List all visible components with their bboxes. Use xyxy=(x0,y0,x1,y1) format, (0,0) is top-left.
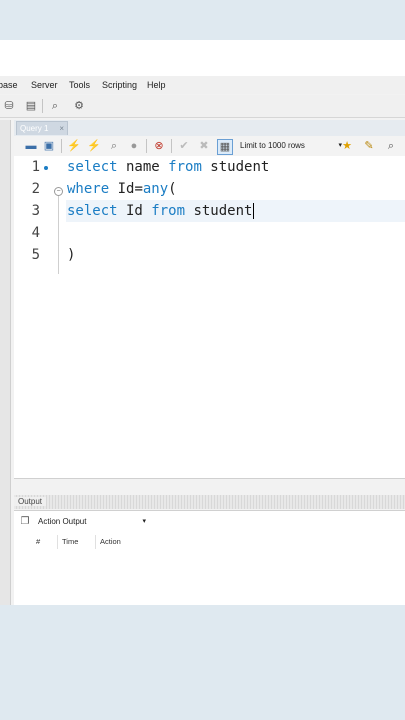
find-icon[interactable]: ⌕ xyxy=(384,139,398,153)
code-text: Id xyxy=(117,203,152,219)
menu-help[interactable]: Help xyxy=(147,80,166,90)
inspector-icon[interactable]: ⌕ xyxy=(48,99,62,113)
code-text: name xyxy=(117,159,169,175)
keyword: select xyxy=(67,159,118,175)
toolbar-separator xyxy=(146,139,147,153)
text-caret xyxy=(253,203,255,219)
code-line-2: where Id=any( xyxy=(67,178,177,200)
open-folder-icon[interactable]: ▬ xyxy=(24,139,38,153)
execute-lightning-icon[interactable]: ⚡ xyxy=(67,139,81,153)
output-type-select[interactable]: Action Output ▾ xyxy=(36,515,150,529)
rollback-icon[interactable]: ✖ xyxy=(197,139,211,153)
code-line-5: ) xyxy=(67,247,76,263)
keyword: from xyxy=(168,159,202,175)
explain-icon[interactable]: ⌕ xyxy=(107,139,121,153)
menu-tools[interactable]: Tools xyxy=(69,80,90,90)
menu-scripting[interactable]: Scripting xyxy=(102,80,137,90)
open-sql-script-icon[interactable]: ▤ xyxy=(24,99,38,113)
main-toolbar: ⛁ ▤ ⌕ ⚙ xyxy=(0,95,405,118)
toggle-error-icon[interactable]: ⊗ xyxy=(152,139,166,153)
line-number: 2 xyxy=(31,181,40,197)
manage-connections-icon[interactable]: ⛁ xyxy=(2,99,16,113)
statement-marker-icon xyxy=(44,166,48,170)
left-sidebar-strip xyxy=(0,120,11,640)
fold-guide xyxy=(58,196,59,274)
line-number: 5 xyxy=(31,247,40,263)
toolbar-separator xyxy=(42,99,43,113)
bottom-background xyxy=(0,605,405,720)
output-panel-header: Output xyxy=(14,495,405,509)
keyword: where xyxy=(67,181,110,197)
execute-statement-icon[interactable]: ⚡ xyxy=(87,139,101,153)
menu-server[interactable]: Server xyxy=(31,80,58,90)
code-line-3: select Id from student xyxy=(67,200,255,222)
line-number: 4 xyxy=(31,225,40,241)
query-tab-bar: Query 1 × xyxy=(14,120,405,136)
column-header-action[interactable]: Action xyxy=(96,535,216,549)
menu-bar: base Server Tools Scripting Help xyxy=(0,76,405,94)
line-gutter: 1 2 − 3 4 5 xyxy=(14,156,66,478)
toolbar-separator xyxy=(61,139,62,153)
commit-icon[interactable]: ✔ xyxy=(177,139,191,153)
code-text: student xyxy=(185,203,253,219)
title-strip xyxy=(0,40,405,76)
stop-icon[interactable]: ● xyxy=(127,139,141,153)
autocommit-toggle-icon[interactable]: ▦ xyxy=(217,139,233,155)
sql-editor[interactable]: 1 2 − 3 4 5 select name from student whe… xyxy=(14,156,405,478)
column-header-time[interactable]: Time xyxy=(58,535,96,549)
tab-label: Query 1 xyxy=(20,124,49,133)
fold-toggle-icon[interactable]: − xyxy=(54,187,63,196)
save-icon[interactable]: ▣ xyxy=(42,139,56,153)
toolbar-separator xyxy=(171,139,172,153)
output-title: Output xyxy=(14,497,47,506)
code-text: ( xyxy=(168,181,177,197)
limit-rows-label: Limit to 1000 rows xyxy=(240,141,305,150)
editor-toolbar: ▬ ▣ ⚡ ⚡ ⌕ ● ⊗ ✔ ✖ ▦ Limit to 1000 rows ▾… xyxy=(14,136,405,157)
output-type-label: Action Output xyxy=(38,517,87,526)
keyword: from xyxy=(151,203,186,219)
code-line-1: select name from student xyxy=(67,156,269,178)
code-text: Id= xyxy=(109,181,143,197)
close-icon[interactable]: × xyxy=(59,122,64,136)
keyword: any xyxy=(142,181,169,197)
code-text: student xyxy=(201,159,270,175)
chevron-down-icon: ▾ xyxy=(142,518,146,525)
tab-query-1[interactable]: Query 1 × xyxy=(16,121,68,135)
menu-database[interactable]: base xyxy=(0,80,18,90)
limit-rows-select[interactable]: Limit to 1000 rows ▾ xyxy=(240,139,346,153)
beautify-star-icon[interactable]: ★ xyxy=(340,139,354,153)
line-number: 1 xyxy=(31,159,40,175)
column-header-number[interactable]: # xyxy=(32,535,58,549)
format-brush-icon[interactable]: ✎ xyxy=(362,139,376,153)
line-number: 3 xyxy=(31,203,40,219)
reconnect-icon[interactable]: ⚙ xyxy=(72,99,86,113)
copy-icon[interactable]: ❐ xyxy=(18,515,32,529)
keyword: select xyxy=(67,203,118,219)
workbench-window: base Server Tools Scripting Help ⛁ ▤ ⌕ ⚙… xyxy=(0,40,405,645)
